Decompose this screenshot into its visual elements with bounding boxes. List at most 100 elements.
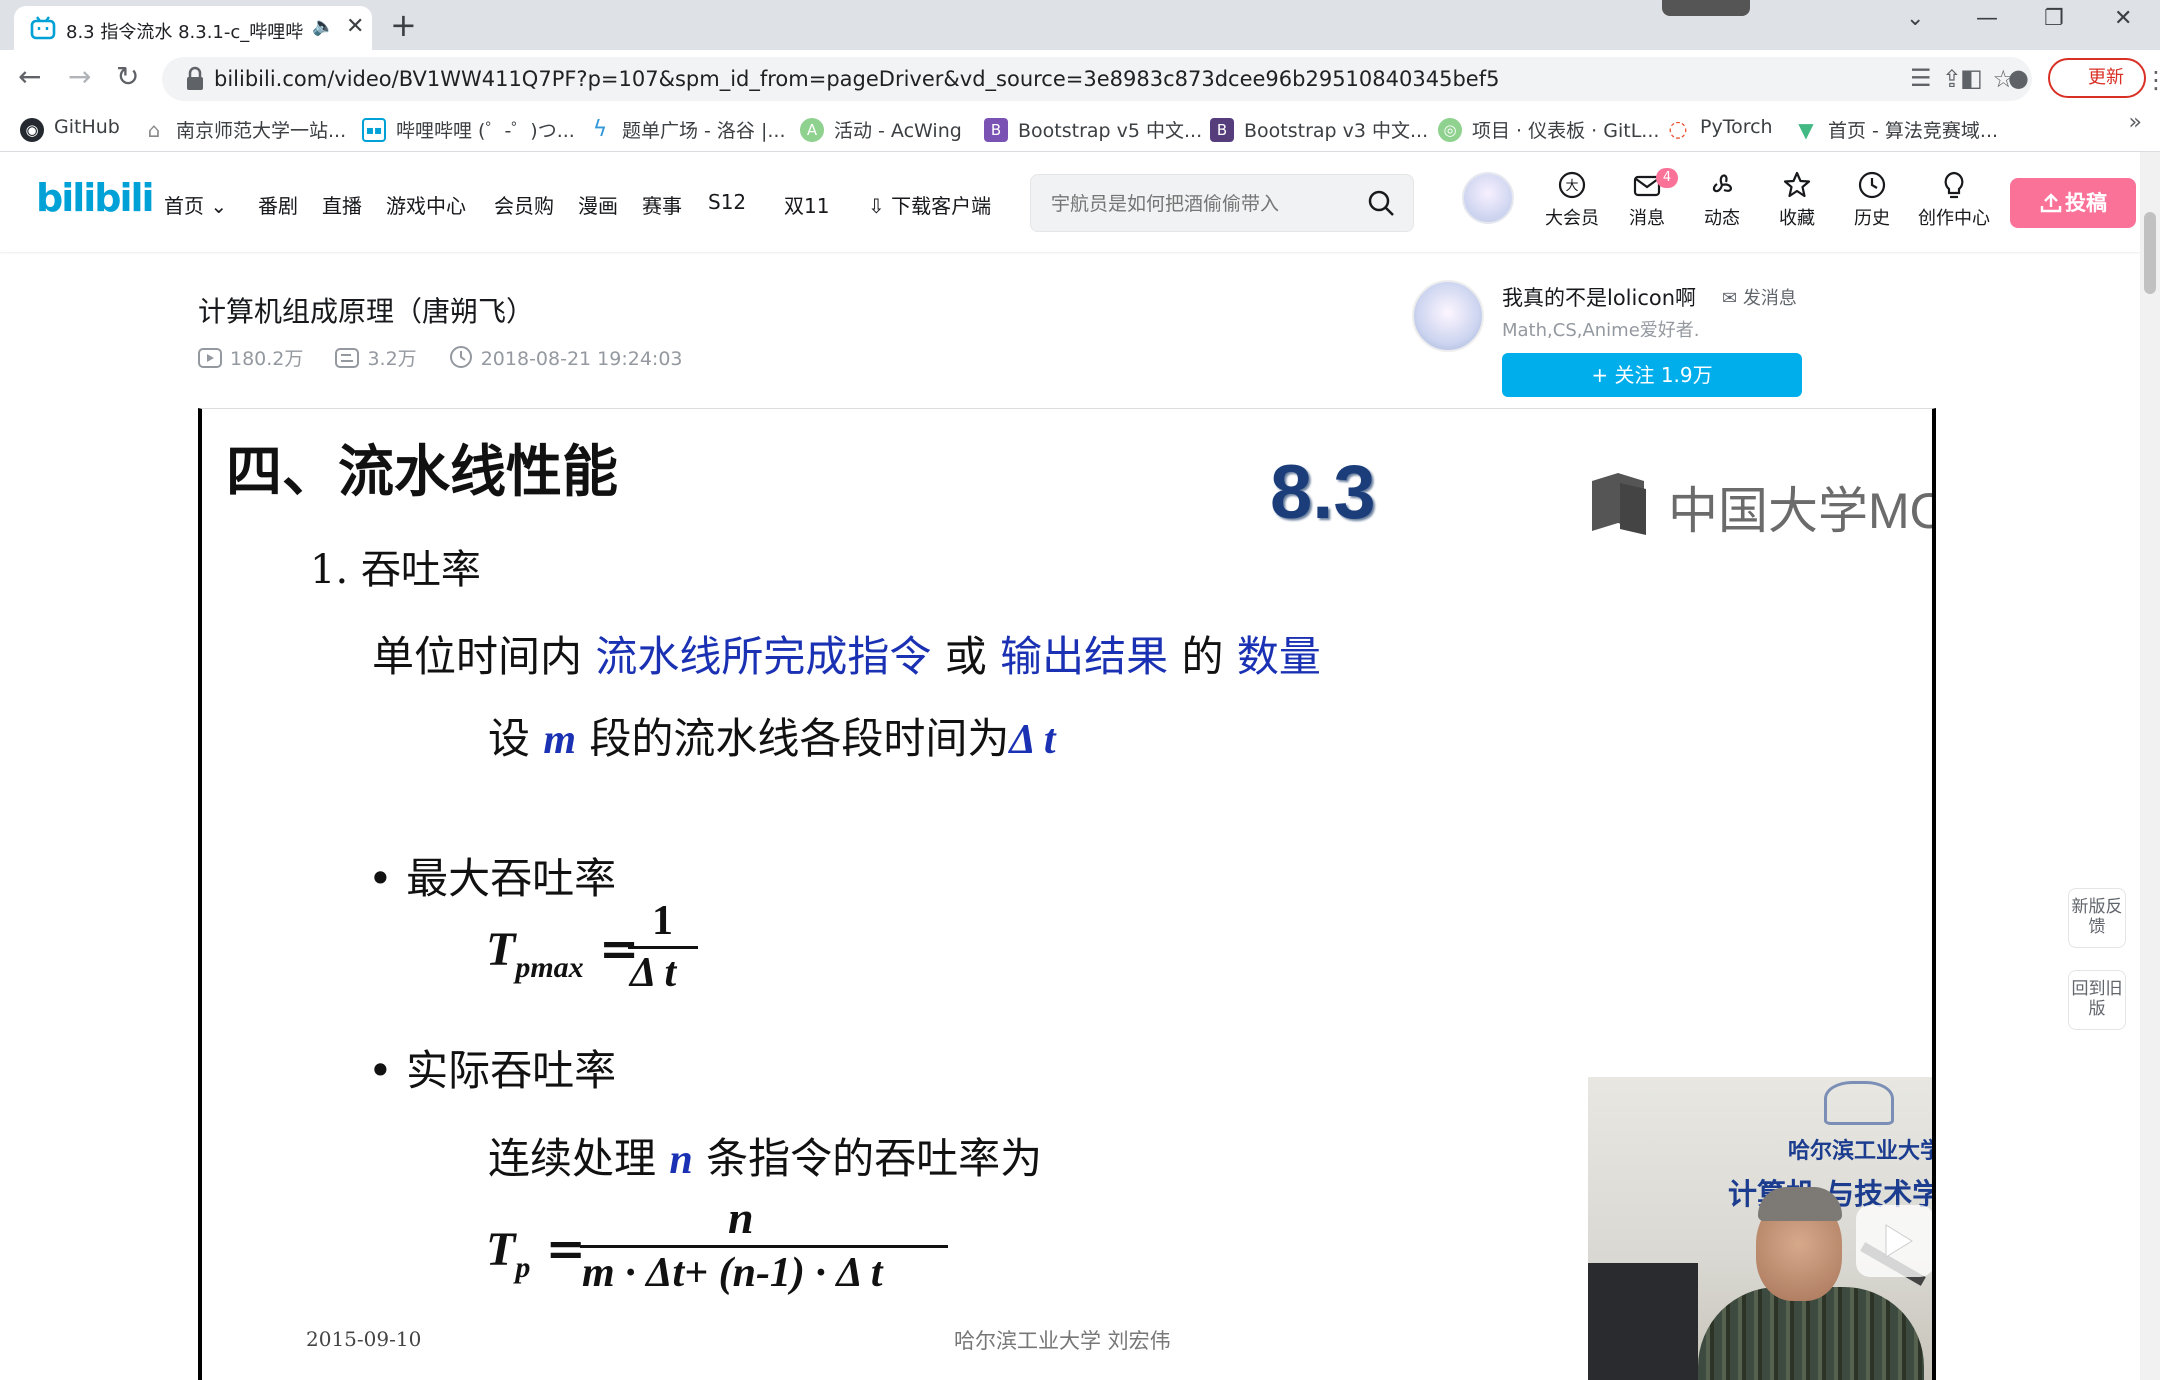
address-bar[interactable]: bilibili.com/video/BV1WW411Q7PF?p=107&sp… [162,57,2032,101]
upload-button[interactable]: 投稿 [2010,178,2136,228]
tab-close-icon[interactable]: ✕ [346,14,364,39]
slide-setup: 设 m 段的流水线各段时间为Δ t [488,705,1056,766]
uploader-avatar[interactable] [1412,280,1484,352]
vip-icon: 大 [1558,171,1586,199]
nav-esports[interactable]: 赛事 [642,190,682,219]
bilibili-logo[interactable]: bilibili [36,176,155,220]
publish-date: 2018-08-21 19:24:03 [449,345,683,370]
profile-icon[interactable]: ● [2008,64,2029,92]
play-count-icon [198,348,222,368]
header-favorites[interactable]: 收藏 [1765,170,1829,230]
formula-numerator: n [728,1192,754,1243]
more-bookmarks-icon[interactable]: » [2129,110,2142,135]
bookmark-gitlab[interactable]: ◎ 项目 · 仪表板 · GitL... [1438,116,1659,144]
menu-dots-icon[interactable]: ⋮ [2144,62,2160,98]
nav-s12[interactable]: S12 [708,190,746,214]
back-icon[interactable]: ← [18,60,41,93]
bootstrap-icon: B [984,118,1008,142]
update-button[interactable]: 更新 ⋮ [2048,58,2160,98]
search-icon[interactable] [1367,189,1395,217]
clock-icon [449,346,472,368]
nav-home[interactable]: 首页 ⌄ [164,190,227,219]
search-box[interactable] [1030,174,1414,232]
formula-numerator: 1 [652,898,673,944]
follow-button[interactable]: + 关注 1.9万 [1502,353,1802,397]
send-message-label: 发消息 [1742,288,1797,309]
formula-subscript: p [515,1251,531,1284]
forward-icon[interactable]: → [68,60,91,93]
formula-denominator: m · Δt+ (n-1) · Δ t [582,1250,883,1296]
nav-double11[interactable]: 双11 [784,190,829,219]
nav-anime[interactable]: 番剧 [258,190,298,219]
vue-icon: ▼ [1798,118,1814,142]
reading-list-icon[interactable]: ☰ [1910,64,1932,92]
bilibili-icon: ▪▪ [362,118,386,142]
tab-search-icon[interactable]: ⌄ [1906,6,1924,31]
browser-toolbar: ← → ↻ bilibili.com/video/BV1WW411Q7PF?p=… [0,50,2160,108]
danmaku-count-value: 3.2万 [367,348,417,370]
header-dynamic[interactable]: 动态 [1690,170,1754,230]
svg-text:大: 大 [1565,179,1578,194]
back-to-old-version-button[interactable]: 回到旧版 [2068,970,2126,1030]
new-version-feedback-button[interactable]: 新版反馈 [2068,888,2126,948]
send-message-link[interactable]: ✉ 发消息 [1722,284,1797,310]
browser-tab[interactable]: 8.3 指令流水 8.3.1-c_哔哩哔 🔈 ✕ [14,6,372,50]
search-input[interactable] [1051,189,1351,219]
github-icon: ◉ [20,118,44,142]
video-player[interactable]: 四、流水线性能 8.3 中国大学MOOC 1. 吞吐率 单位时间内 流水线所完成… [198,408,1936,1380]
media-indicator [1662,0,1750,16]
header-creator-center[interactable]: 创作中心 [1916,170,1992,230]
monitor-shape [1588,1263,1698,1380]
slide-definition: 单位时间内 流水线所完成指令 或 输出结果 的 数量 [372,623,1321,684]
formula-symbol: T [486,923,516,976]
minimize-icon[interactable]: — [1976,6,1998,31]
new-tab-icon[interactable]: + [390,6,417,44]
reload-icon[interactable]: ↻ [116,60,139,93]
mooc-logo-text: 中国大学MOOC [1668,483,1932,539]
nav-game-center[interactable]: 游戏中心 [386,190,466,219]
nav-shop[interactable]: 会员购 [494,190,554,219]
header-history[interactable]: 历史 [1840,170,1904,230]
play-icon[interactable] [1856,1205,1932,1277]
view-count-value: 180.2万 [230,348,304,370]
nav-live[interactable]: 直播 [322,190,362,219]
share-icon[interactable]: ⇪ [1942,65,1962,93]
scrollbar-thumb[interactable] [2144,212,2156,294]
setup-var: m [543,717,577,763]
side-panel-icon[interactable]: ◧ [1960,64,1983,92]
message-count-badge: 4 [1656,168,1678,188]
slide-item-throughput: 1. 吞吐率 [310,547,481,593]
page-scrollbar[interactable] [2140,152,2160,1380]
user-avatar[interactable] [1462,172,1514,224]
window-close-icon[interactable]: ✕ [2114,6,2132,31]
bookmark-njnu[interactable]: ⌂ 南京师范大学一站... [142,116,346,144]
nav-manga[interactable]: 漫画 [578,190,618,219]
bookmark-bilibili[interactable]: ▪▪ 哔哩哔哩 (゜-゜)つ... [362,116,575,144]
bookmark-bootstrap3[interactable]: B Bootstrap v3 中文... [1210,116,1428,144]
acwing-icon: A [800,118,824,142]
bookmark-acwing[interactable]: A 活动 - AcWing [800,116,962,144]
bookmark-bootstrap5[interactable]: B Bootstrap v5 中文... [984,116,1202,144]
header-vip[interactable]: 大 大会员 [1540,170,1604,230]
download-client-link[interactable]: ⇩ 下载客户端 [868,190,991,219]
lecturer-hair [1758,1187,1842,1221]
formula-symbol: T [486,1223,516,1276]
lock-icon [187,66,203,90]
dynamic-icon [1712,174,1732,193]
upload-icon [2040,193,2062,213]
lecture-slide: 四、流水线性能 8.3 中国大学MOOC 1. 吞吐率 单位时间内 流水线所完成… [202,409,1932,1380]
gitlab-icon: ◎ [1438,118,1462,142]
bookmark-label: 题单广场 - 洛谷 |... [622,120,786,142]
bookmark-luogu[interactable]: ϟ 题单广场 - 洛谷 |... [588,116,786,144]
bookmark-pytorch[interactable]: ◌ PyTorch [1666,116,1772,144]
bookmark-label: Bootstrap v3 中文... [1244,120,1429,142]
def-text: 的 [1181,632,1224,681]
bookmark-algo[interactable]: ▼ 首页 - 算法竞赛域... [1794,116,1998,144]
speaker-icon[interactable]: 🔈 [312,16,334,37]
uploader-name[interactable]: 我真的不是lolicon啊 [1502,282,1696,312]
site-header: bilibili 首页 ⌄ 番剧 直播 游戏中心 会员购 漫画 赛事 S12 双… [0,152,2140,252]
bookmark-label: 首页 - 算法竞赛域... [1828,120,1999,142]
restore-icon[interactable]: ❐ [2044,6,2064,31]
bookmark-github[interactable]: ◉ GitHub [20,116,120,144]
mail-icon: ✉ [1722,288,1738,309]
